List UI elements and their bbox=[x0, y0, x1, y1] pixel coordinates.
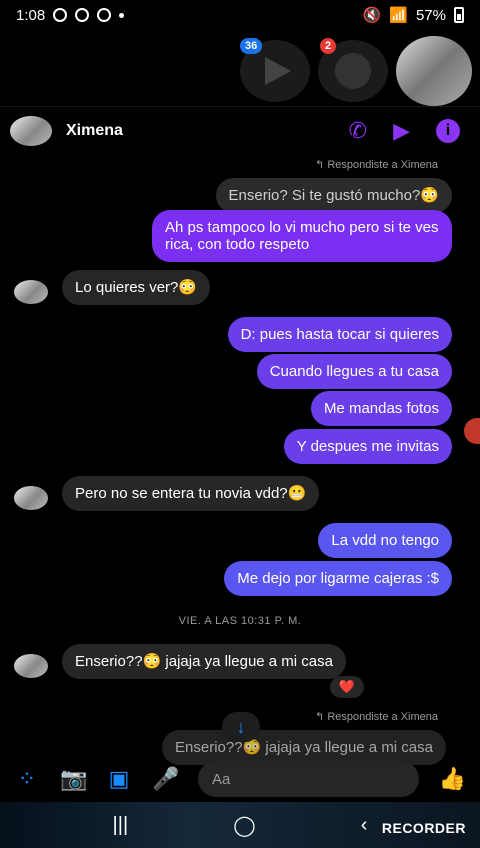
play-icon bbox=[265, 57, 291, 85]
home-icon[interactable]: ◯ bbox=[233, 813, 255, 838]
message-input[interactable]: Aa bbox=[198, 761, 419, 797]
wifi-icon: 📶 bbox=[389, 7, 408, 24]
back-icon[interactable]: ‹ bbox=[361, 814, 368, 837]
status-bar: 1:08 🔇 📶 57% bbox=[0, 0, 480, 30]
heart-reaction[interactable]: ❤️ bbox=[330, 676, 364, 698]
message-outgoing[interactable]: Me mandas fotos bbox=[310, 391, 452, 426]
gallery-icon[interactable]: ▣ bbox=[106, 766, 132, 792]
microphone-icon[interactable]: 🎤 bbox=[152, 766, 179, 792]
message-outgoing[interactable]: Cuando llegues a tu casa bbox=[256, 354, 452, 389]
battery-level: 57% bbox=[415, 6, 446, 24]
messenger-icon bbox=[335, 53, 371, 89]
reply-note: ↰ Respondiste a Ximena bbox=[315, 711, 438, 723]
notification-dot-icon bbox=[119, 12, 125, 18]
camera-icon[interactable]: 📷 bbox=[60, 766, 87, 792]
apps-icon[interactable]: ⁘ bbox=[14, 766, 40, 792]
info-icon[interactable]: i bbox=[436, 118, 460, 143]
composer: ⁘ 📷 ▣ 🎤 Aa 👍 bbox=[0, 758, 480, 800]
like-icon[interactable]: 👍 bbox=[439, 766, 466, 792]
account-icon bbox=[97, 8, 112, 22]
whatsapp-icon bbox=[53, 8, 68, 22]
reply-note: ↰ Respondiste a Ximena bbox=[315, 159, 438, 171]
avatar bbox=[14, 280, 48, 304]
avatar[interactable] bbox=[10, 115, 52, 146]
message-incoming[interactable]: Pero no se entera tu novia vdd?😬 bbox=[62, 476, 320, 511]
chat-head-messenger[interactable]: 2 bbox=[318, 38, 388, 102]
system-nav-bar: ||| ◯ ‹ RECORDER bbox=[0, 802, 480, 848]
video-call-icon[interactable]: ▶ bbox=[393, 119, 410, 142]
message-incoming[interactable]: Enserio??😳 jajaja ya llegue a mi casa bbox=[62, 644, 346, 679]
timestamp: VIE. A LAS 10:31 P. M. bbox=[178, 615, 302, 627]
message-outgoing[interactable]: Y despues me invitas bbox=[283, 429, 452, 464]
message-incoming[interactable]: Lo quieres ver?😳 bbox=[62, 270, 211, 305]
phone-call-icon[interactable]: ✆ bbox=[349, 119, 367, 142]
avatar bbox=[14, 654, 48, 678]
quoted-message[interactable]: Enserio? Si te gustó mucho?😳 bbox=[215, 178, 452, 213]
watermark: RECORDER bbox=[381, 820, 466, 836]
chat-heads: 36 2 bbox=[0, 34, 480, 106]
battery-icon bbox=[454, 7, 464, 23]
mute-icon: 🔇 bbox=[362, 7, 382, 24]
conversation-header: Ximena ✆ ▶ i bbox=[0, 106, 480, 154]
status-time: 1:08 bbox=[16, 6, 46, 24]
avatar bbox=[14, 486, 48, 510]
chat-head-avatar[interactable] bbox=[396, 36, 472, 106]
unread-badge: 2 bbox=[320, 38, 337, 54]
chat-head-video[interactable]: 36 bbox=[240, 38, 310, 102]
recents-icon[interactable]: ||| bbox=[113, 814, 129, 837]
message-outgoing[interactable]: Ah ps tampoco lo vi mucho pero si te ves… bbox=[152, 210, 452, 262]
message-outgoing[interactable]: D: pues hasta tocar si quieres bbox=[227, 317, 452, 352]
floating-bubble[interactable] bbox=[464, 418, 480, 444]
message-outgoing[interactable]: La vdd no tengo bbox=[318, 523, 452, 558]
contact-name[interactable]: Ximena bbox=[66, 122, 123, 140]
message-outgoing[interactable]: Me dejo por ligarme cajeras :$ bbox=[224, 561, 452, 596]
unread-badge: 36 bbox=[240, 38, 263, 54]
scroll-down-icon[interactable]: ↓ bbox=[222, 712, 260, 742]
dnd-icon bbox=[75, 8, 90, 22]
